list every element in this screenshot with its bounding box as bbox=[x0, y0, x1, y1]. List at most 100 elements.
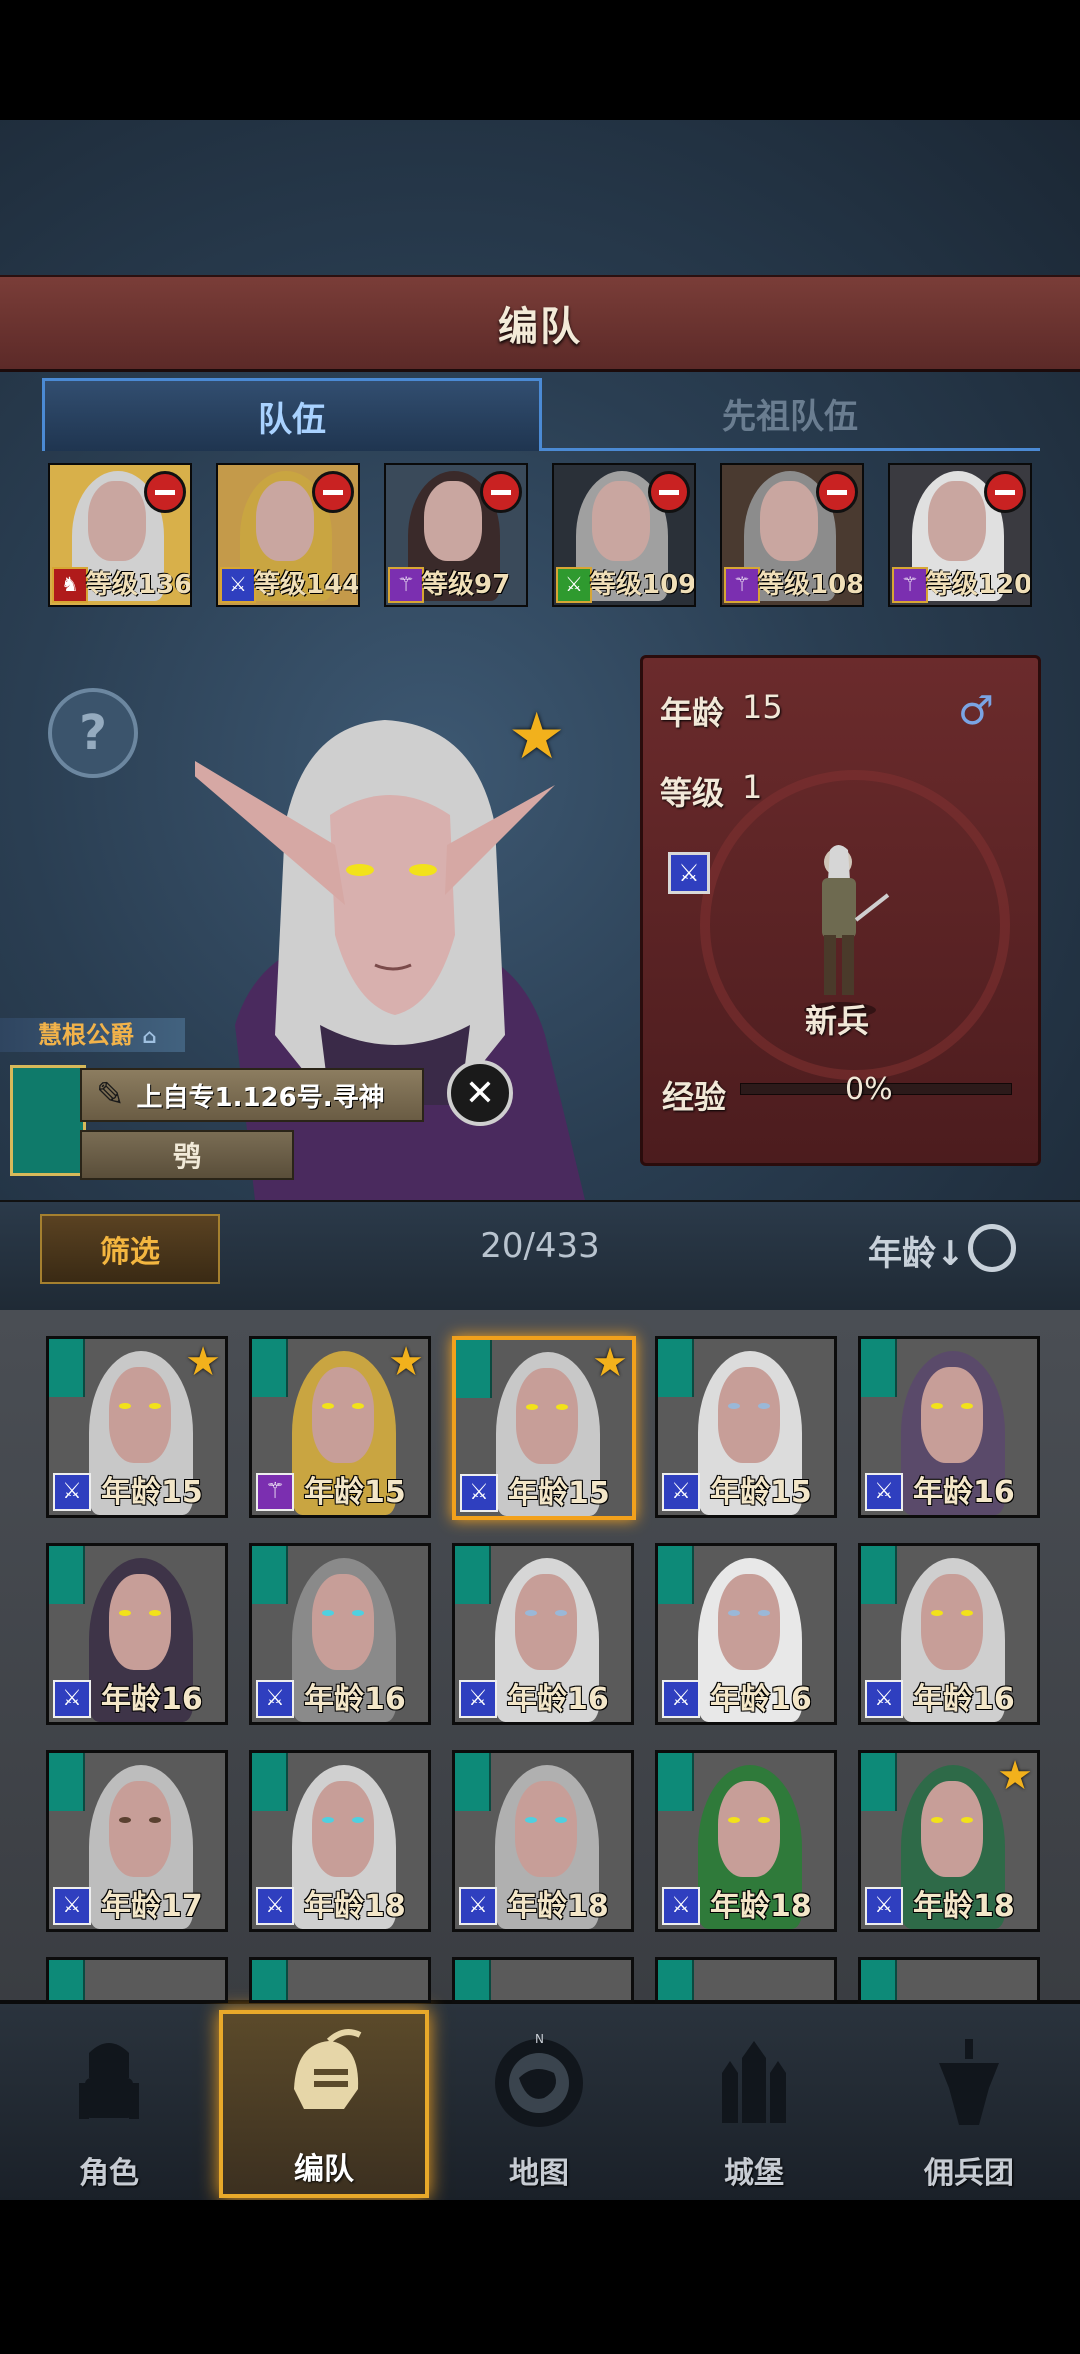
team-slot[interactable]: ⚚ 等级108 bbox=[720, 463, 864, 607]
roster-card[interactable] bbox=[452, 1957, 634, 2003]
sword-icon: ⚔ bbox=[459, 1887, 497, 1925]
roster-card[interactable]: ★ ⚔ 年龄15 bbox=[452, 1336, 636, 1520]
remove-member-icon[interactable] bbox=[816, 471, 858, 513]
level-label: 等级 bbox=[660, 774, 725, 812]
eye bbox=[758, 1817, 770, 1823]
helmet-icon bbox=[269, 2024, 379, 2134]
refresh-icon[interactable] bbox=[968, 1224, 1016, 1272]
favorite-star-icon[interactable]: ★ bbox=[508, 700, 565, 774]
star-icon: ★ bbox=[997, 1753, 1033, 1799]
portrait-face bbox=[718, 1781, 780, 1877]
portrait-face bbox=[515, 1781, 577, 1877]
house-banner-icon bbox=[49, 1960, 85, 2000]
male-gender-icon: ♂ bbox=[958, 688, 994, 734]
noble-title-badge[interactable]: 慧根公爵 ⌂ bbox=[0, 1018, 185, 1052]
roster-card[interactable]: ⚔ 年龄17 bbox=[46, 1750, 228, 1932]
eye bbox=[525, 1817, 537, 1823]
tab-ancestor-team[interactable]: 先祖队伍 bbox=[540, 378, 1040, 451]
roster-age: 年龄18 bbox=[913, 1889, 1015, 1924]
nav-knight[interactable]: 角色 bbox=[4, 2010, 214, 2198]
roster-card[interactable]: ★ ⚔ 年龄15 bbox=[46, 1336, 228, 1518]
help-button[interactable]: ? bbox=[48, 688, 138, 778]
roster-card[interactable]: ⚔ 年龄16 bbox=[452, 1543, 634, 1725]
page-header: 编队 bbox=[0, 275, 1080, 372]
portrait-face bbox=[921, 1367, 983, 1463]
roster-card[interactable]: ⚔ 年龄16 bbox=[655, 1543, 837, 1725]
roster-card[interactable]: ⚔ 年龄18 bbox=[655, 1750, 837, 1932]
nav-label: 城堡 bbox=[724, 2156, 784, 2191]
house-banner-icon bbox=[861, 1339, 897, 1397]
nav-castle[interactable]: 城堡 bbox=[649, 2010, 859, 2198]
team-slot[interactable]: ⚔ 等级109 bbox=[552, 463, 696, 607]
portrait-face bbox=[312, 1781, 374, 1877]
house-banner-icon bbox=[861, 1960, 897, 2000]
remove-member-icon[interactable] bbox=[984, 471, 1026, 513]
eye bbox=[149, 1817, 161, 1823]
team-slot[interactable]: ♞ 等级136 bbox=[48, 463, 192, 607]
nav-compass-map[interactable]: N 地图 bbox=[434, 2010, 644, 2198]
portrait-face bbox=[592, 481, 650, 561]
sword-icon: ⚔ bbox=[662, 1473, 700, 1511]
sword-icon: ⚔ bbox=[662, 1887, 700, 1925]
roster-card[interactable] bbox=[858, 1957, 1040, 2003]
noble-crown-icon: ⌂ bbox=[142, 1024, 157, 1048]
roster-card[interactable]: ★ ⚚ 年龄15 bbox=[249, 1336, 431, 1518]
hero-name: 上自专1.126号.寻神 bbox=[136, 1082, 385, 1113]
portrait-face bbox=[109, 1574, 171, 1670]
team-slot[interactable]: ⚚ 等级97 bbox=[384, 463, 528, 607]
remove-member-icon[interactable] bbox=[648, 471, 690, 513]
roster-card[interactable]: ⚔ 年龄16 bbox=[249, 1543, 431, 1725]
nav-helmet[interactable]: 编队 bbox=[219, 2010, 429, 2198]
member-level: 等级97 bbox=[422, 570, 511, 600]
rank-label: 新兵 bbox=[805, 1002, 870, 1040]
house-banner-icon bbox=[861, 1546, 897, 1604]
member-level: 等级108 bbox=[758, 570, 864, 600]
roster-card[interactable]: ⚔ 年龄18 bbox=[452, 1750, 634, 1932]
eye bbox=[352, 1610, 364, 1616]
nav-mercenary[interactable]: 佣兵团 bbox=[864, 2010, 1074, 2198]
nav-label: 佣兵团 bbox=[924, 2156, 1014, 2191]
team-slot[interactable]: ⚚ 等级120 bbox=[888, 463, 1032, 607]
roster-card[interactable] bbox=[655, 1957, 837, 2003]
portrait-face bbox=[760, 481, 818, 561]
staff-icon: ⚚ bbox=[892, 567, 928, 603]
remove-member-icon[interactable] bbox=[144, 471, 186, 513]
house-banner-icon bbox=[658, 1339, 694, 1397]
remove-member-icon[interactable] bbox=[312, 471, 354, 513]
hero-subname-box: 鸮 bbox=[80, 1130, 294, 1180]
house-banner-icon bbox=[252, 1339, 288, 1397]
roster-card[interactable]: ⚔ 年龄15 bbox=[655, 1336, 837, 1518]
hero-name-box[interactable]: ✎ 上自专1.126号.寻神 bbox=[80, 1068, 424, 1122]
eye bbox=[525, 1610, 537, 1616]
roster-age: 年龄18 bbox=[507, 1889, 609, 1924]
portrait-face bbox=[718, 1574, 780, 1670]
sword-icon: ⚔ bbox=[220, 567, 256, 603]
team-member-row: ♞ 等级136 ⚔ 等级144 ⚚ 等级97 ⚔ 等级109 ⚚ 等级108 ⚚ 等级120 bbox=[48, 463, 1038, 607]
roster-card[interactable]: ⚔ 年龄16 bbox=[858, 1336, 1040, 1518]
roster-card[interactable]: ★ ⚔ 年龄18 bbox=[858, 1750, 1040, 1932]
eye bbox=[728, 1817, 740, 1823]
roster-age: 年龄18 bbox=[304, 1889, 406, 1924]
roster-card[interactable] bbox=[46, 1957, 228, 2003]
eye bbox=[322, 1403, 334, 1409]
team-slot[interactable]: ⚔ 等级144 bbox=[216, 463, 360, 607]
house-banner-icon bbox=[49, 1546, 85, 1604]
sort-button[interactable]: 年龄↓ bbox=[868, 1226, 965, 1275]
roster-card[interactable] bbox=[249, 1957, 431, 2003]
remove-member-icon[interactable] bbox=[480, 471, 522, 513]
star-icon: ★ bbox=[185, 1339, 221, 1385]
filter-button[interactable]: 筛选 bbox=[40, 1214, 220, 1284]
roster-card[interactable]: ⚔ 年龄16 bbox=[858, 1543, 1040, 1725]
house-banner-icon bbox=[861, 1753, 897, 1811]
member-level: 等级136 bbox=[86, 570, 192, 600]
roster-card[interactable]: ⚔ 年龄16 bbox=[46, 1543, 228, 1725]
portrait-face bbox=[718, 1367, 780, 1463]
house-banner-icon bbox=[252, 1753, 288, 1811]
sword-icon: ⚔ bbox=[662, 1680, 700, 1718]
horse-icon: ♞ bbox=[52, 567, 88, 603]
tab-team[interactable]: 队伍 bbox=[42, 378, 542, 451]
close-icon[interactable]: ✕ bbox=[447, 1060, 513, 1126]
roster-card[interactable]: ⚔ 年龄18 bbox=[249, 1750, 431, 1932]
edit-name-icon[interactable]: ✎ bbox=[96, 1075, 125, 1115]
exp-label: 经验 bbox=[662, 1078, 727, 1116]
